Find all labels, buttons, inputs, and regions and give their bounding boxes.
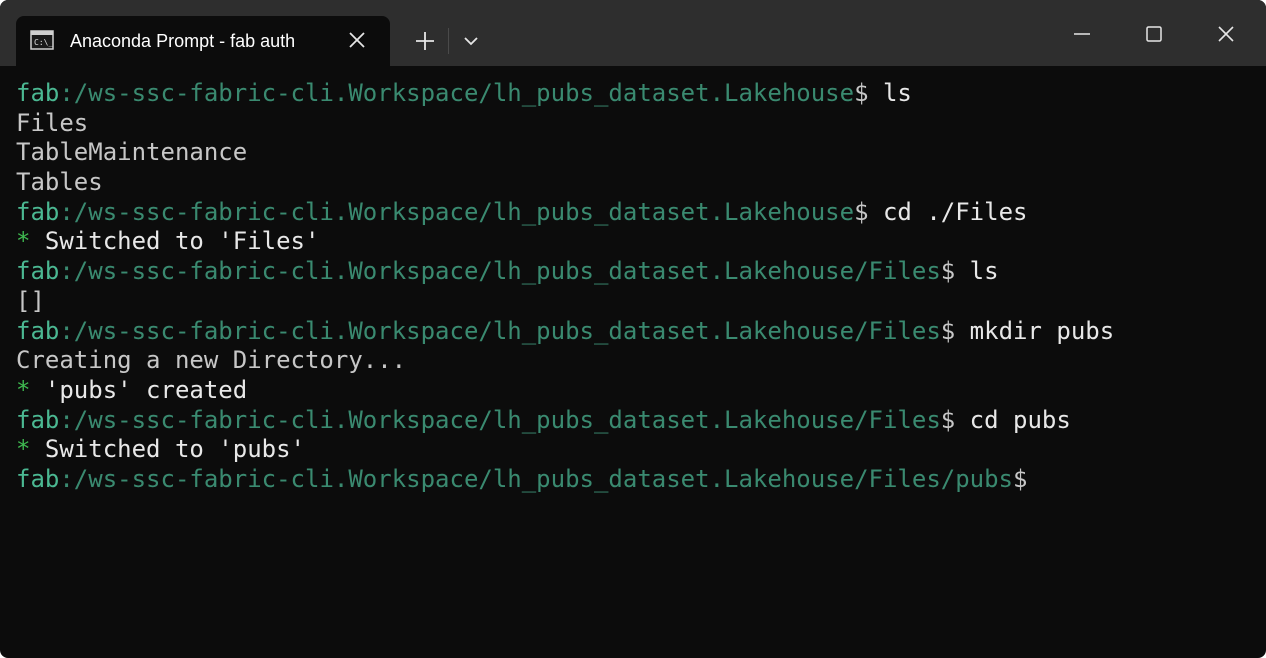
tab-anaconda-prompt[interactable]: C:\_ Anaconda Prompt - fab auth: [16, 16, 390, 66]
success-line: * Switched to 'pubs': [16, 435, 1256, 465]
prompt-symbol: $: [940, 405, 956, 434]
terminal-output[interactable]: fab:/ws-ssc-fabric-cli.Workspace/lh_pubs…: [16, 79, 1256, 639]
prompt-user: fab: [16, 464, 60, 493]
prompt-line: fab:/ws-ssc-fabric-cli.Workspace/lh_pubs…: [16, 465, 1256, 495]
prompt-path: :/ws-ssc-fabric-cli.Workspace/lh_pubs_da…: [59, 405, 941, 434]
plus-icon[interactable]: [410, 26, 440, 56]
prompt-line: fab:/ws-ssc-fabric-cli.Workspace/lh_pubs…: [16, 257, 1256, 287]
svg-text:C:\_: C:\_: [34, 38, 53, 47]
prompt-line: fab:/ws-ssc-fabric-cli.Workspace/lh_pubs…: [16, 406, 1256, 436]
close-tab-icon[interactable]: [346, 29, 368, 51]
command-text: ls: [955, 257, 999, 286]
success-line: * 'pubs' created: [16, 376, 1256, 406]
chevron-down-icon[interactable]: [458, 28, 484, 54]
success-text: Switched to 'pubs': [30, 435, 305, 464]
success-star: *: [16, 375, 31, 404]
prompt-symbol: $: [854, 79, 869, 107]
output-line: TableMaintenance: [16, 138, 248, 167]
prompt-path: :/ws-ssc-fabric-cli.Workspace/lh_pubs_da…: [59, 79, 855, 107]
prompt-line: fab:/ws-ssc-fabric-cli.Workspace/lh_pubs…: [16, 198, 1256, 228]
success-star: *: [16, 227, 31, 256]
prompt-user: fab: [16, 79, 60, 107]
prompt-user: fab: [16, 257, 60, 286]
prompt-symbol: $: [1013, 464, 1028, 493]
output-line: []: [16, 286, 45, 315]
tab-title: Anaconda Prompt - fab auth: [70, 31, 296, 51]
title-bar[interactable]: C:\_ Anaconda Prompt - fab auth: [0, 0, 1266, 66]
prompt-path: :/ws-ssc-fabric-cli.Workspace/lh_pubs_da…: [59, 197, 855, 226]
cmd-prompt-icon: C:\_: [30, 30, 54, 50]
output-line: Creating a new Directory...: [16, 346, 407, 375]
prompt-symbol: $: [940, 257, 956, 286]
success-text: Switched to 'Files': [30, 227, 320, 256]
minimize-icon[interactable]: [1062, 14, 1102, 54]
command-text: cd pubs: [955, 405, 1071, 434]
output-line: Files: [16, 108, 89, 137]
success-text: 'pubs' created: [30, 375, 248, 404]
command-text: ls: [868, 79, 912, 107]
prompt-path: :/ws-ssc-fabric-cli.Workspace/lh_pubs_da…: [59, 257, 941, 286]
prompt-line: fab:/ws-ssc-fabric-cli.Workspace/lh_pubs…: [16, 79, 1256, 109]
prompt-symbol: $: [854, 197, 869, 226]
terminal-window: C:\_ Anaconda Prompt - fab auth fab:/ws-…: [0, 0, 1266, 658]
titlebar-divider: [448, 28, 449, 54]
maximize-icon[interactable]: [1134, 14, 1174, 54]
prompt-user: fab: [16, 197, 60, 226]
prompt-user: fab: [16, 316, 60, 345]
prompt-symbol: $: [940, 316, 956, 345]
prompt-path: :/ws-ssc-fabric-cli.Workspace/lh_pubs_da…: [59, 316, 941, 345]
command-text: cd ./Files: [868, 197, 1028, 226]
command-text: mkdir pubs: [955, 316, 1115, 345]
prompt-line: fab:/ws-ssc-fabric-cli.Workspace/lh_pubs…: [16, 317, 1256, 347]
prompt-path: :/ws-ssc-fabric-cli.Workspace/lh_pubs_da…: [59, 464, 1014, 493]
prompt-user: fab: [16, 405, 60, 434]
output-line: Tables: [16, 168, 103, 197]
success-line: * Switched to 'Files': [16, 227, 1256, 257]
close-icon[interactable]: [1206, 14, 1246, 54]
success-star: *: [16, 435, 31, 464]
